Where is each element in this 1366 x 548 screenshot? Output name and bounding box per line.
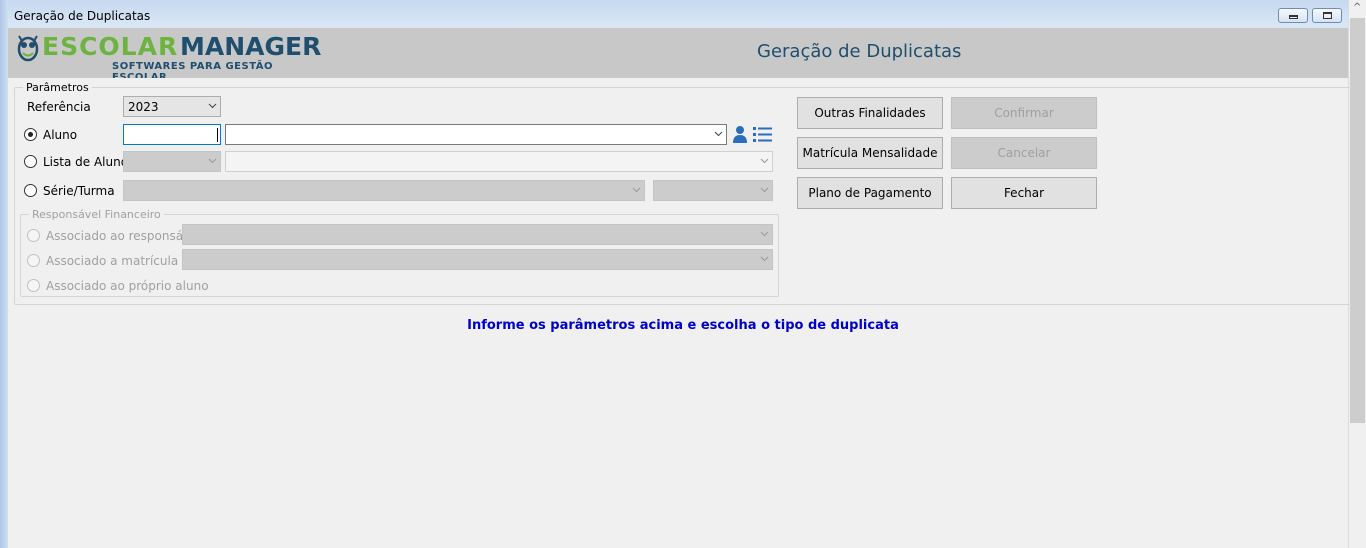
- fechar-button[interactable]: Fechar: [951, 177, 1097, 209]
- referencia-label: Referência: [27, 100, 91, 114]
- title-bar[interactable]: Geração de Duplicatas: [8, 0, 1348, 28]
- parametros-legend: Parâmetros: [26, 81, 89, 94]
- chevron-down-icon: [760, 229, 769, 237]
- serie-select[interactable]: [123, 180, 645, 201]
- cancelar-button[interactable]: Cancelar: [951, 137, 1097, 169]
- content-area: Parâmetros Referência 2023 Aluno Lista d…: [8, 78, 1354, 548]
- responsavel-legend: Responsável Financeiro: [32, 208, 161, 221]
- aluno-code-input[interactable]: [123, 124, 221, 145]
- maximize-button[interactable]: [1312, 8, 1342, 23]
- header-banner: ESCOLAR MANAGER SOFTWARES PARA GESTÃO ES…: [8, 28, 1348, 83]
- lista-alunos-label: Lista de Alunos: [43, 155, 135, 169]
- plano-pagamento-button[interactable]: Plano de Pagamento: [797, 177, 943, 209]
- info-message: Informe os parâmetros acima e escolha o …: [467, 318, 899, 333]
- aluno-radio[interactable]: [24, 128, 37, 141]
- list-icon[interactable]: [753, 127, 772, 142]
- associado-proprio-aluno-radio[interactable]: [27, 279, 40, 292]
- maximize-icon: [1323, 12, 1332, 19]
- owl-logo-icon: [17, 35, 39, 62]
- confirmar-button[interactable]: Confirmar: [951, 97, 1097, 129]
- chevron-down-icon: [208, 156, 217, 164]
- logo-word-manager: MANAGER: [180, 32, 322, 61]
- minimize-button[interactable]: [1278, 8, 1308, 23]
- serie-turma-label: Série/Turma: [43, 184, 115, 198]
- chevron-down-icon: [632, 185, 641, 193]
- window-title: Geração de Duplicatas: [14, 9, 151, 23]
- chevron-down-icon: [208, 101, 217, 109]
- associado-responsavel-select[interactable]: [182, 224, 773, 245]
- logo-word-escolar: ESCOLAR: [42, 32, 179, 61]
- associado-matricula-select[interactable]: [182, 249, 773, 270]
- aluno-label: Aluno: [43, 128, 78, 142]
- associado-matricula-radio[interactable]: [27, 254, 40, 267]
- associado-proprio-aluno-label: Associado ao próprio aluno: [46, 279, 209, 293]
- referencia-select[interactable]: 2023: [123, 96, 221, 117]
- main-window: Geração de Duplicatas ^ ESCOLAR MANAGER …: [0, 0, 1366, 548]
- scroll-up-icon[interactable]: ^: [1353, 2, 1361, 13]
- chevron-down-icon: [760, 185, 769, 193]
- user-icon[interactable]: [732, 125, 748, 143]
- outras-finalidades-button[interactable]: Outras Finalidades: [797, 97, 943, 129]
- lista-alunos-detail-select[interactable]: [225, 151, 773, 172]
- associado-matricula-label: Associado a matrícula: [46, 254, 179, 268]
- lista-alunos-radio[interactable]: [24, 155, 37, 168]
- text-caret: [217, 128, 218, 142]
- matricula-mensalidade-button[interactable]: Matrícula Mensalidade: [797, 137, 943, 169]
- chevron-down-icon: [760, 254, 769, 262]
- associado-responsavel-radio[interactable]: [27, 229, 40, 242]
- page-title: Geração de Duplicatas: [757, 41, 962, 62]
- chevron-down-icon: [714, 129, 723, 137]
- turma-select[interactable]: [653, 180, 773, 201]
- lista-alunos-select[interactable]: [123, 151, 221, 172]
- aluno-select[interactable]: [225, 124, 727, 145]
- referencia-value: 2023: [128, 100, 159, 114]
- window-left-border: [0, 0, 8, 548]
- serie-turma-radio[interactable]: [24, 184, 37, 197]
- escolar-manager-logo: ESCOLAR MANAGER SOFTWARES PARA GESTÃO ES…: [16, 32, 321, 83]
- chevron-down-icon: [760, 156, 769, 164]
- associado-responsavel-label: Associado ao responsável: [46, 229, 201, 243]
- minimize-icon: [1289, 15, 1298, 19]
